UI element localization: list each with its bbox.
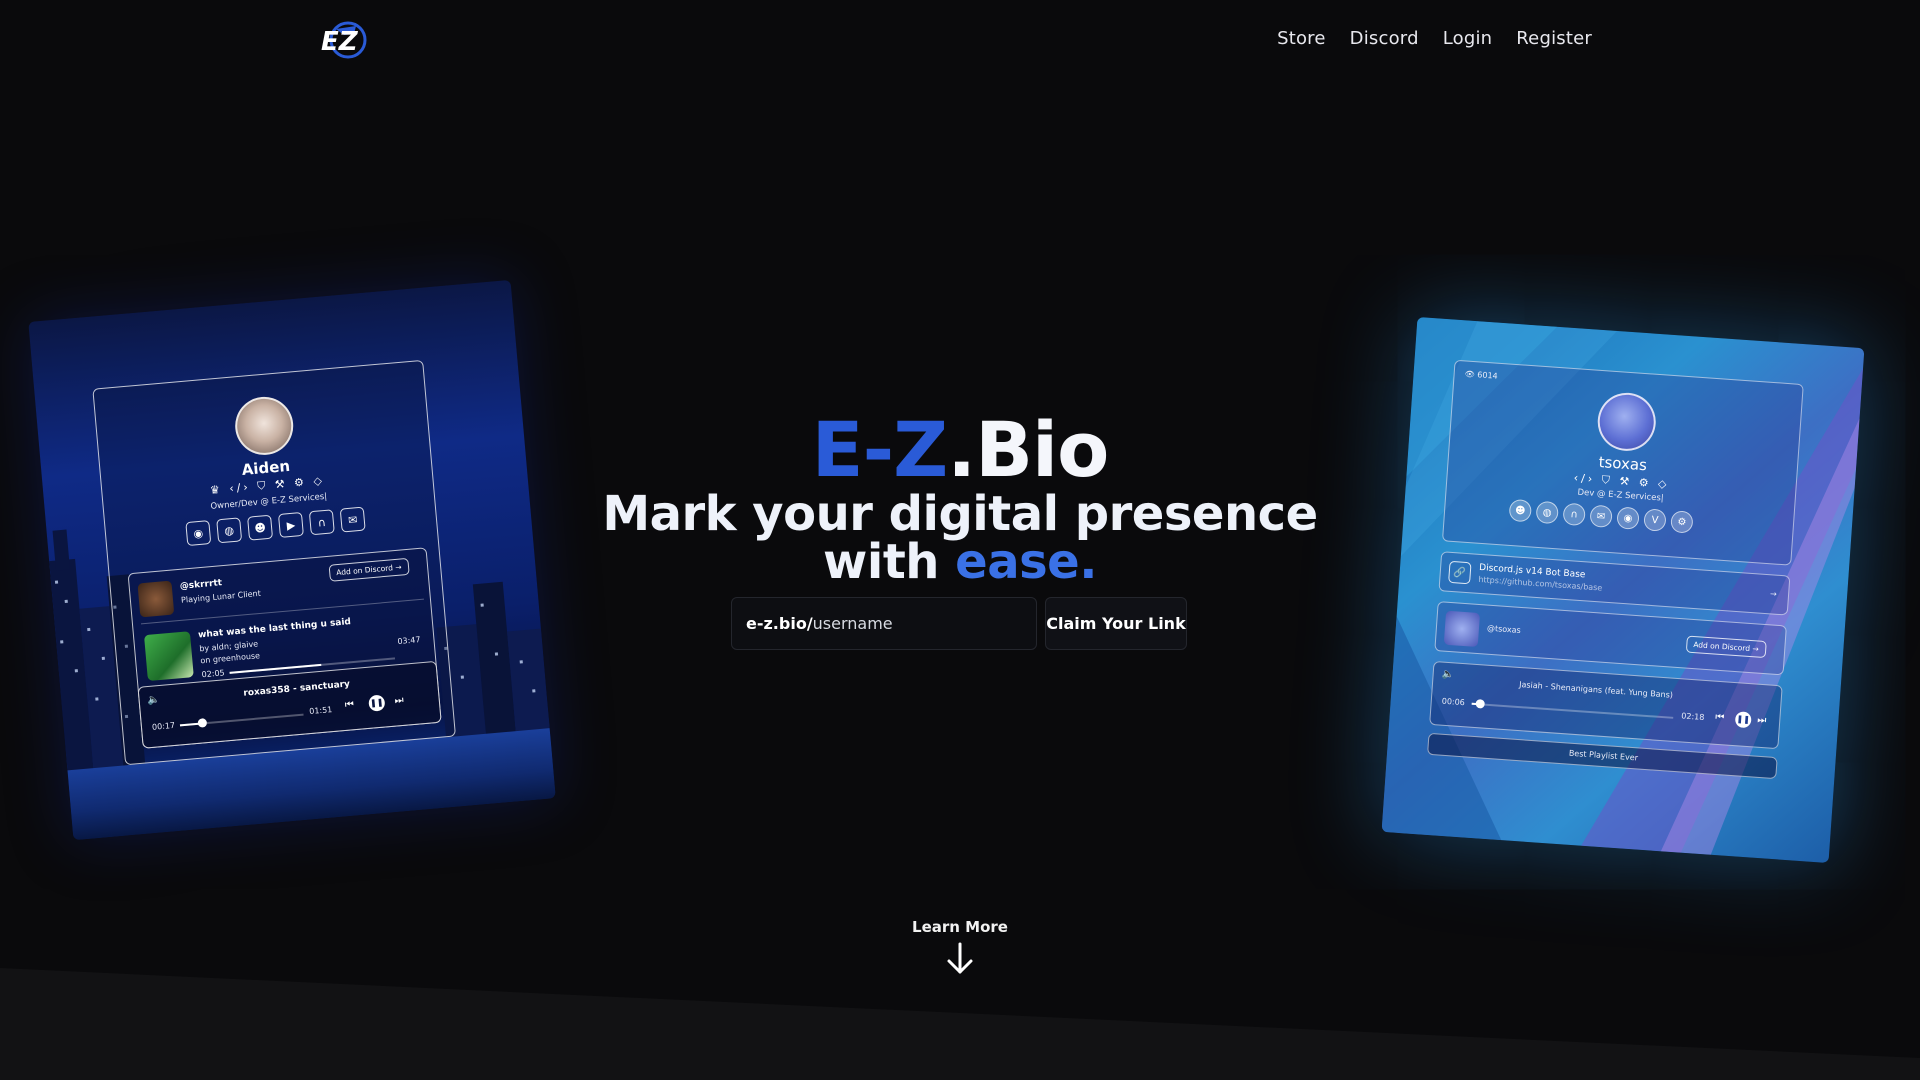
track-artwork [143, 631, 194, 682]
left-social-icons: ◉ ◍ ☻ ▶ ∩ ✉ [185, 506, 366, 547]
discord-status: Playing Lunar Client [180, 588, 262, 605]
volume-icon[interactable]: 🔈 [147, 694, 160, 706]
namemc-icon[interactable]: ∩ [308, 509, 335, 536]
next-section-edge [0, 968, 1920, 1080]
nav-login-link[interactable]: Login [1443, 28, 1493, 49]
steam-icon[interactable]: ⚙ [1670, 510, 1694, 534]
next-icon[interactable]: ⏭ [1757, 715, 1767, 727]
namemc-icon[interactable]: ∩ [1562, 502, 1586, 527]
tagline-line-2: with ease. [560, 538, 1360, 586]
ez-logo[interactable]: EZ [318, 20, 370, 60]
learn-more-label: Learn More [912, 918, 1008, 936]
username-input[interactable] [812, 614, 1013, 633]
github-icon[interactable]: ◍ [1535, 500, 1559, 525]
discord-avatar [137, 580, 175, 618]
player-track-title: roxas358 - sanctuary [243, 679, 351, 699]
player-progress-track[interactable] [1471, 702, 1674, 719]
next-icon[interactable]: ⏭ [394, 695, 404, 707]
left-avatar [232, 394, 296, 458]
volume-icon[interactable]: 🔈 [1441, 669, 1454, 681]
view-count: 👁 6014 [1464, 369, 1498, 381]
discord-icon[interactable]: ☻ [1508, 498, 1533, 523]
right-profile-preview: 👁 6014 tsoxas ‹/› ⛉ ⚒ ⚙ ◇ Dev @ E-Z Serv… [1381, 317, 1865, 863]
tagline-prefix: with [823, 534, 956, 590]
github-icon[interactable]: ◍ [216, 517, 243, 544]
discord-avatar [1443, 610, 1481, 648]
nav-store-link[interactable]: Store [1277, 28, 1326, 49]
brand-bio: .Bio [947, 405, 1109, 494]
valorant-icon[interactable]: V [1643, 508, 1667, 532]
track-time-end: 03:47 [397, 635, 421, 647]
discord-handle: @skrrrtt [179, 578, 223, 592]
user-icon[interactable]: ◉ [185, 520, 212, 547]
player-time-end: 01:51 [308, 705, 333, 717]
left-profile-preview: Aiden ♛ ‹/› ⛉ ⚒ ⚙ ◇ Owner/Dev @ E-Z Serv… [28, 279, 556, 841]
right-social-icons: ☻ ◍ ∩ ✉ ◉ V ⚙ [1508, 498, 1694, 534]
player-progress-knob[interactable] [197, 718, 208, 728]
right-profile-panel: 👁 6014 tsoxas ‹/› ⛉ ⚒ ⚙ ◇ Dev @ E-Z Serv… [1441, 359, 1804, 566]
player-time-start: 00:06 [1441, 696, 1466, 708]
discord-icon[interactable]: ☻ [247, 514, 274, 541]
page: EZ Store Discord Login Register Aiden ♛ … [0, 0, 1920, 1080]
nav-discord-link[interactable]: Discord [1350, 28, 1419, 49]
arrow-down-icon[interactable] [944, 942, 976, 976]
tagline-line-1: Mark your digital presence [602, 486, 1318, 542]
mail-icon[interactable]: ✉ [1589, 504, 1613, 529]
right-add-on-discord-button[interactable]: Add on Discord → [1685, 635, 1767, 659]
player-time-start: 00:17 [151, 720, 176, 732]
mail-icon[interactable]: ✉ [339, 506, 366, 533]
pause-icon[interactable]: ❚❚ [368, 694, 386, 712]
user-icon[interactable]: ◉ [1616, 506, 1640, 530]
view-count-value: 6014 [1477, 370, 1498, 381]
previous-icon[interactable]: ⏮ [1715, 712, 1725, 724]
claim-url-field[interactable]: e-z.bio/ [731, 597, 1037, 650]
track-title: what was the last thing u said [197, 617, 352, 641]
top-nav: EZ Store Discord Login Register [0, 18, 1920, 66]
discord-handle: @tsoxas [1486, 623, 1522, 635]
tagline-accent: ease. [955, 534, 1097, 590]
claim-link-form: e-z.bio/ Claim Your Link [731, 597, 1187, 650]
link-arrow-icon: → [1769, 589, 1778, 599]
pause-icon[interactable]: ❚❚ [1734, 711, 1752, 729]
track-album: on greenhouse [200, 651, 261, 666]
nav-register-link[interactable]: Register [1516, 28, 1592, 49]
previous-icon[interactable]: ⏮ [344, 699, 354, 711]
player-progress-knob[interactable] [1475, 699, 1486, 709]
player-track-title: Jasiah - Shenanigans (feat. Yung Bans) [1518, 679, 1674, 700]
hero-section: E-Z.Bio Mark your digital presence with … [560, 410, 1360, 587]
url-prefix: e-z.bio/ [746, 614, 813, 633]
track-time-start: 02:05 [201, 668, 226, 680]
brand-title: E-Z.Bio [560, 410, 1360, 490]
svg-text:EZ: EZ [321, 27, 359, 57]
left-profile-panel: Aiden ♛ ‹/› ⛉ ⚒ ⚙ ◇ Owner/Dev @ E-Z Serv… [92, 359, 456, 766]
player-time-end: 02:18 [1681, 711, 1705, 722]
claim-your-link-button[interactable]: Claim Your Link [1045, 597, 1187, 650]
right-avatar [1595, 390, 1658, 453]
learn-more-link[interactable]: Learn More [890, 918, 1030, 976]
left-add-on-discord-button[interactable]: Add on Discord → [328, 557, 410, 582]
youtube-icon[interactable]: ▶ [277, 511, 304, 538]
brand-ez: E-Z [811, 405, 949, 494]
nav-links: Store Discord Login Register [1277, 28, 1592, 49]
link-icon: 🔗 [1448, 560, 1472, 585]
